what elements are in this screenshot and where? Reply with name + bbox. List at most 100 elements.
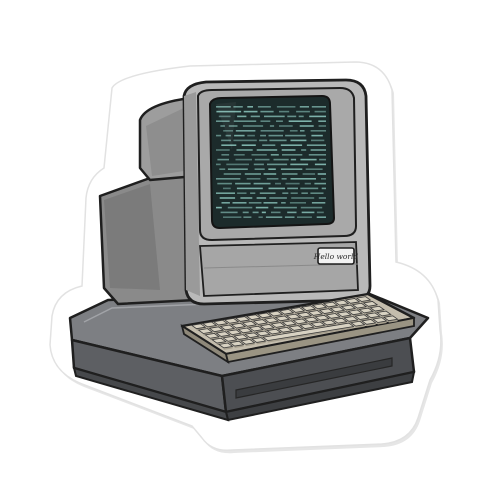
screen-code-segment — [264, 115, 285, 118]
screen-code-segment — [223, 173, 242, 175]
screen-code-segment — [308, 154, 326, 156]
screen-code-segment — [318, 120, 326, 122]
screen-code-segment — [256, 197, 267, 199]
screen-code-segment — [260, 120, 271, 122]
screen-code-segment — [299, 106, 309, 108]
screen-code-segment — [301, 149, 307, 151]
screen-code-segment — [254, 158, 270, 161]
screen-code-segment — [268, 134, 283, 137]
screen-code-segment — [311, 106, 326, 108]
screen-code-segment — [243, 110, 258, 113]
screen-code-segment — [302, 173, 316, 175]
screen-code-segment — [290, 158, 297, 161]
screen-code-segment — [247, 134, 255, 137]
screen-code-segment — [289, 202, 306, 204]
screen-code-segment — [216, 163, 221, 166]
screen-code-segment — [220, 211, 238, 214]
screen-code-segment — [314, 110, 326, 113]
screen-code-segment — [290, 192, 298, 194]
screen-code-segment — [316, 216, 326, 218]
screen-code-segment — [321, 178, 326, 180]
screen-code-segment — [282, 154, 303, 156]
screen-code-segment — [260, 134, 266, 137]
screen-code-segment — [281, 149, 296, 151]
screen-code-segment — [271, 211, 281, 214]
screen-code-segment — [233, 120, 257, 122]
screen-code-segment — [216, 178, 241, 180]
screen-code-segment — [300, 130, 305, 132]
screen-code-segment — [306, 144, 326, 146]
screen-code-segment — [311, 134, 323, 137]
screen-code-segment — [254, 168, 265, 170]
screen-code-segment — [288, 120, 312, 122]
screen-code-segment — [269, 125, 275, 127]
screen-code-segment — [227, 168, 248, 170]
screen-code-segment — [236, 187, 263, 190]
screen-code-segment — [311, 139, 325, 142]
screen-code-segment — [267, 163, 288, 166]
screen-code-segment — [290, 163, 309, 166]
screen-code-segment — [236, 149, 253, 151]
screen-code-segment — [221, 154, 230, 156]
screen-code-segment — [219, 168, 226, 170]
screen-code-segment — [270, 154, 279, 156]
screen-code-segment — [237, 115, 247, 118]
screen-code-segment — [287, 187, 298, 190]
screen-code-segment — [234, 134, 245, 137]
screen-code-segment — [268, 168, 276, 170]
screen-code-segment — [281, 173, 298, 175]
screen-code-segment — [285, 182, 300, 185]
screen-code-segment — [219, 197, 236, 199]
screen-code-segment — [284, 216, 295, 218]
screen-code-segment — [287, 115, 297, 118]
screen-code-segment — [301, 192, 308, 194]
screen-code-segment — [273, 206, 297, 209]
screen-code-segment — [289, 130, 298, 132]
screen-code-segment — [304, 182, 311, 185]
screen-code-segment — [257, 106, 271, 108]
screen-code-segment — [310, 192, 324, 194]
screen-code-segment — [268, 187, 285, 190]
screen-code-segment — [247, 106, 253, 108]
crt-screen — [208, 94, 336, 230]
screen-code-segment — [233, 139, 257, 142]
screen-code-segment — [259, 192, 276, 194]
screen-code-segment — [261, 211, 266, 214]
screen-code-segment — [314, 163, 326, 166]
screen-code-segment — [290, 178, 316, 180]
screen-code-segment — [240, 197, 253, 199]
screen-code-segment — [305, 168, 323, 170]
screen-code-segment — [285, 134, 306, 137]
screen-code-segment — [279, 110, 290, 113]
screen-code-segment — [319, 158, 326, 161]
screen-code-segment — [310, 149, 326, 151]
sticker-canvas: Hello world — [0, 0, 500, 500]
screen-code-segment — [300, 187, 319, 190]
screen-code-segment — [317, 173, 326, 175]
screen-code-segment — [216, 149, 230, 151]
screen-code-segment — [297, 216, 312, 218]
screen-code-segment — [250, 192, 256, 194]
screen-code-segment — [314, 182, 326, 185]
screen-code-segment — [276, 106, 296, 108]
screen-code-segment — [253, 182, 271, 185]
screen-code-segment — [309, 115, 326, 118]
screen-code-segment — [273, 158, 289, 161]
screen-code-segment — [262, 144, 276, 146]
screen-code-segment — [242, 125, 264, 127]
screen-code-segment — [258, 216, 263, 218]
screen-code-segment — [266, 178, 279, 180]
screen-code-segment — [241, 144, 256, 146]
screen-code-segment — [318, 125, 326, 127]
screen-code-segment — [269, 139, 287, 142]
screen-code-segment — [251, 154, 267, 156]
screen-code-segment — [242, 211, 249, 214]
label-text: Hello world — [313, 252, 359, 261]
screen-code-segment — [291, 197, 315, 199]
screen-code-segment — [243, 216, 252, 218]
screen-code-segment — [300, 206, 323, 209]
screen-code-segment — [226, 163, 249, 166]
screen-code-segment — [281, 178, 287, 180]
screen-code-segment — [280, 168, 303, 170]
screen-code-segment — [300, 158, 317, 161]
